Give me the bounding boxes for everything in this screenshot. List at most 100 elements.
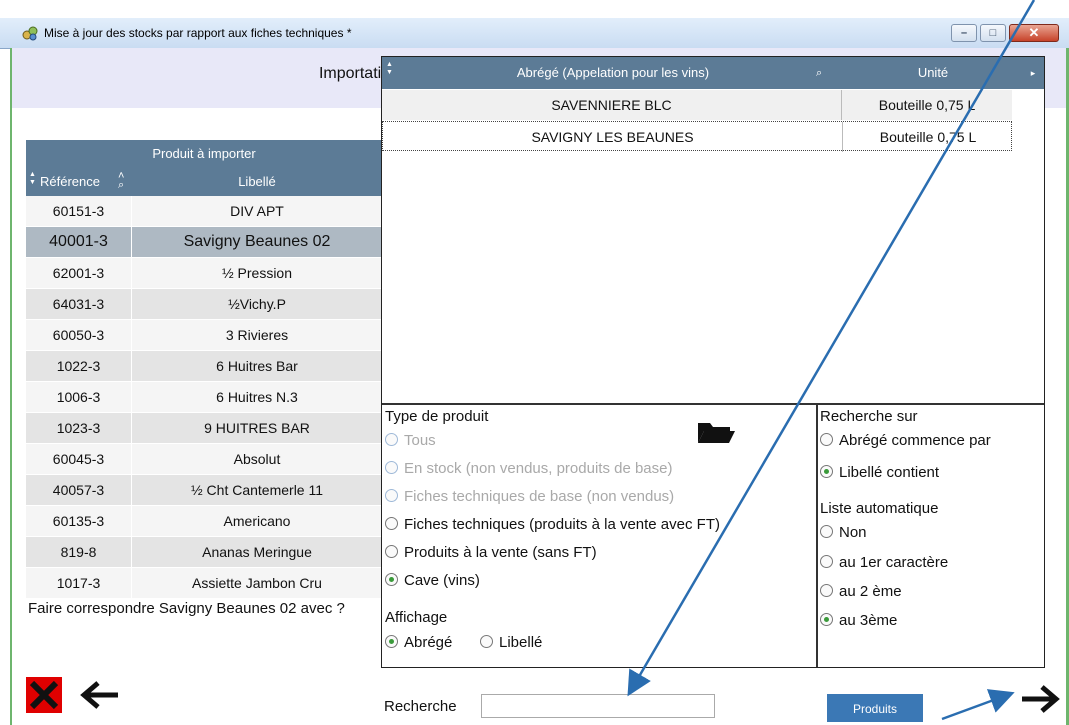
close-icon: ✕	[1028, 25, 1040, 40]
liste-auto-option[interactable]: au 3ème	[820, 611, 897, 631]
sort-icon: ▲ ▼	[29, 171, 36, 186]
maximize-icon: □	[989, 27, 997, 39]
produits-button[interactable]: Produits	[827, 694, 923, 722]
minimize-button[interactable]: –	[951, 24, 977, 42]
liste-auto-title: Liste automatique	[820, 500, 939, 517]
column-header-label: Référence	[40, 174, 100, 189]
window-title: Mise à jour des stocks par rapport aux f…	[44, 26, 352, 40]
table-row[interactable]: 62001-3 ½ Pression	[26, 258, 382, 289]
option-label: Produits à la vente (sans FT)	[404, 544, 597, 561]
row-libelle: Absolut	[233, 451, 281, 467]
type-produit-title: Type de produit	[385, 408, 489, 425]
radio-icon[interactable]	[385, 517, 398, 530]
radio-icon[interactable]	[820, 433, 833, 446]
radio-icon[interactable]	[480, 635, 493, 648]
recherche-sur-option[interactable]: Abrégé commence par	[820, 431, 991, 451]
radio-icon[interactable]	[385, 635, 398, 648]
type-produit-option[interactable]: Fiches techniques (produits à la vente a…	[385, 515, 720, 535]
option-label: Libellé contient	[839, 464, 940, 481]
table-row[interactable]: 40057-3 ½ Cht Cantemerle 11	[26, 475, 382, 506]
liste-auto-option[interactable]: au 2 ème	[820, 582, 902, 602]
row-reference: 1022-3	[26, 351, 132, 381]
row-reference: 1006-3	[26, 382, 132, 412]
row-libelle: ½Vichy.P	[228, 296, 286, 312]
search-input[interactable]	[481, 694, 715, 718]
page-title: Importation	[318, 65, 399, 82]
cancel-button[interactable]	[26, 677, 62, 713]
recherche-sur-option[interactable]: Libellé contient	[820, 463, 939, 483]
search-label: Recherche	[384, 698, 457, 715]
row-reference: 40001-3	[26, 227, 132, 257]
title-bar[interactable]: Mise à jour des stocks par rapport aux f…	[0, 18, 1069, 49]
table-row[interactable]: 1006-3 6 Huitres N.3	[26, 382, 382, 413]
affichage-option[interactable]: Libellé	[480, 633, 542, 653]
type-produit-option[interactable]: Cave (vins)	[385, 571, 480, 591]
radio-icon[interactable]	[820, 613, 833, 626]
option-label: Fiches techniques de base (non vendus)	[404, 488, 675, 505]
radio-icon[interactable]	[820, 555, 833, 568]
minimize-icon: –	[960, 27, 968, 39]
sort-asc-icon: ˄	[118, 170, 125, 182]
row-libelle: Americano	[223, 513, 291, 529]
column-header-unite[interactable]: Unité	[844, 57, 1022, 89]
table-column-header-row: ▲ ▼ Référence ⌕ ˄ Libellé	[26, 168, 382, 196]
options-area: Type de produit Tous En stock (non vendus…	[382, 403, 1044, 669]
table-row[interactable]: 60135-3 Americano	[26, 506, 382, 537]
table-row[interactable]: 1022-3 6 Huitres Bar	[26, 351, 382, 382]
column-header-reference[interactable]: ▲ ▼ Référence ⌕ ˄	[26, 168, 132, 196]
row-libelle: DIV APT	[230, 203, 284, 219]
maximize-button[interactable]: □	[980, 24, 1006, 42]
option-label: Abrégé commence par	[839, 432, 991, 449]
matching-popup: ▲ ▼ Abrégé (Appelation pour les vins) ⌕ U…	[381, 56, 1045, 668]
option-label: Fiches techniques (produits à la vente a…	[404, 516, 720, 533]
option-label: Non	[839, 524, 867, 541]
annotation-arrow	[941, 689, 1015, 721]
affichage-option[interactable]: Abrégé	[385, 633, 452, 653]
forward-arrow-icon[interactable]	[1018, 682, 1062, 716]
row-reference: 60135-3	[26, 506, 132, 536]
table-row[interactable]: 64031-3 ½Vichy.P	[26, 289, 382, 320]
radio-icon[interactable]	[385, 545, 398, 558]
affichage-title: Affichage	[385, 609, 448, 626]
item-abrege: SAVENNIERE BLC	[382, 90, 842, 120]
options-divider	[816, 405, 818, 667]
match-question: Faire correspondre Savigny Beaunes 02 av…	[28, 600, 345, 617]
table-row[interactable]: 1023-3 9 HUITRES BAR	[26, 413, 382, 444]
radio-icon[interactable]	[820, 584, 833, 597]
row-reference: 60050-3	[26, 320, 132, 350]
scroll-right-icon[interactable]: ▸	[1022, 57, 1044, 89]
column-header-abrege[interactable]: Abrégé (Appelation pour les vins)	[382, 57, 844, 89]
row-reference: 1023-3	[26, 413, 132, 443]
radio-icon	[385, 489, 398, 502]
row-reference: 1017-3	[26, 568, 132, 598]
table-row[interactable]: 40001-3 Savigny Beaunes 02	[26, 227, 382, 258]
radio-icon[interactable]	[820, 465, 833, 478]
list-item[interactable]: SAVENNIERE BLC Bouteille 0,75 L	[382, 90, 1012, 120]
folder-icon[interactable]	[696, 419, 736, 445]
liste-auto-option[interactable]: au 1er caractère	[820, 553, 948, 573]
radio-icon[interactable]	[385, 573, 398, 586]
table-row[interactable]: 819-8 Ananas Meringue	[26, 537, 382, 568]
column-header-libelle[interactable]: Libellé	[132, 168, 382, 196]
option-label: Abrégé	[404, 634, 453, 651]
table-row[interactable]: 60151-3 DIV APT	[26, 196, 382, 227]
close-button[interactable]: ✕	[1009, 24, 1059, 42]
radio-icon[interactable]	[820, 525, 833, 538]
table-row[interactable]: 60050-3 3 Rivieres	[26, 320, 382, 351]
row-libelle: ½ Pression	[221, 265, 293, 281]
table-body: 60151-3 DIV APT 40001-3 Savigny Beaunes 02 6…	[26, 196, 382, 599]
option-label: Libellé	[499, 634, 543, 651]
row-libelle: Savigny Beaunes 02	[183, 233, 331, 250]
table-row[interactable]: 1017-3 Assiette Jambon Cru	[26, 568, 382, 599]
type-produit-option[interactable]: Produits à la vente (sans FT)	[385, 543, 597, 563]
search-lens-icon[interactable]: ⌕	[816, 67, 822, 80]
liste-auto-option[interactable]: Non	[820, 523, 867, 543]
option-label: au 1er caractère	[839, 554, 949, 571]
product-import-table: Produit à importer ▲ ▼ Référence ⌕ ˄ Libe…	[26, 140, 382, 599]
list-item[interactable]: SAVIGNY LES BEAUNES Bouteille 0,75 L	[382, 121, 1012, 152]
back-arrow-icon[interactable]	[78, 678, 122, 712]
table-row[interactable]: 60045-3 Absolut	[26, 444, 382, 475]
option-label: Tous	[404, 432, 436, 449]
row-reference: 60045-3	[26, 444, 132, 474]
app-window: Mise à jour des stocks par rapport aux f…	[0, 0, 1069, 725]
